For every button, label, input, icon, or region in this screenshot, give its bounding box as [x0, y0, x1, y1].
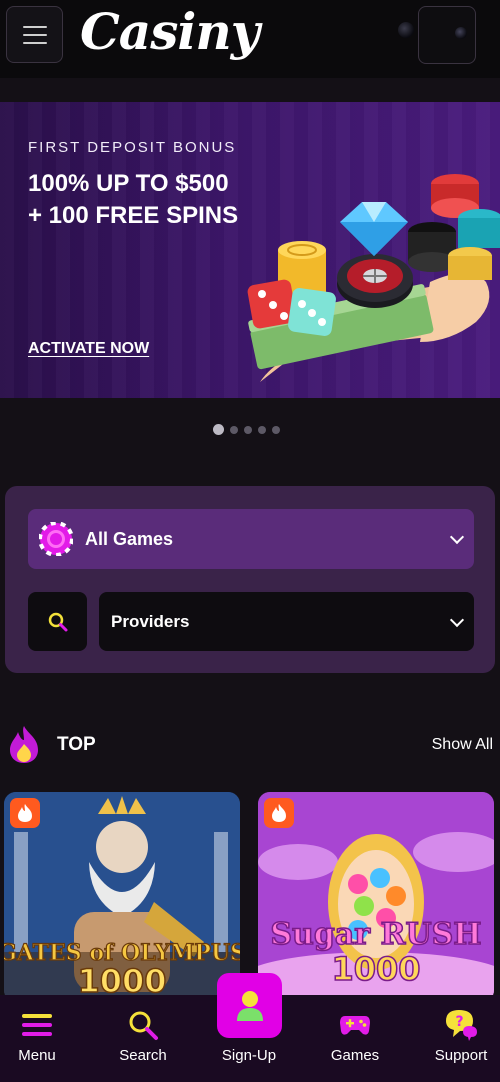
fire-badge: [10, 798, 40, 828]
nav-label: Search: [119, 1047, 167, 1064]
user-icon: [236, 990, 263, 1021]
top-header: Casiny: [0, 0, 500, 78]
nav-label: Menu: [18, 1047, 56, 1064]
search-icon: [48, 612, 67, 631]
svg-text:Sugar RUSH: Sugar RUSH: [270, 917, 481, 952]
game-card-gates-of-olympus[interactable]: GATES of OLYMPUS 1000: [4, 792, 240, 1002]
carousel-dots: [213, 424, 280, 435]
gamepad-icon: [337, 1007, 373, 1043]
signup-button[interactable]: [217, 973, 282, 1038]
carousel-dot[interactable]: [213, 424, 224, 435]
game-filters-panel: All Games Providers: [5, 486, 495, 673]
nav-label: Support: [434, 1047, 488, 1064]
casino-chips-illustration: [247, 174, 500, 382]
banner-kicker: FIRST DEPOSIT BONUS: [28, 139, 237, 156]
promo-banner[interactable]: FIRST DEPOSIT BONUS 100% UP TO $500 + 10…: [0, 102, 500, 398]
camera-dot: [398, 22, 414, 38]
providers-dropdown[interactable]: Providers: [99, 592, 474, 651]
chat-help-icon: ?: [443, 1007, 479, 1043]
nav-item-support[interactable]: ? Support: [411, 995, 500, 1082]
chevron-down-icon: [449, 529, 465, 545]
carousel-dot[interactable]: [272, 425, 280, 434]
chevron-down-icon: [449, 612, 465, 627]
game-card-sugar-rush[interactable]: Sugar RUSH 1000: [258, 792, 494, 1002]
show-all-link[interactable]: Show All: [432, 736, 493, 754]
casino-chip-icon: [39, 522, 73, 556]
hamburger-line: [22, 33, 47, 36]
hamburger-menu-button[interactable]: [6, 6, 63, 63]
fire-icon: [272, 804, 286, 822]
search-icon: [125, 1007, 161, 1043]
casiny-logo[interactable]: Casiny: [80, 2, 260, 61]
nav-item-games[interactable]: Games: [305, 995, 405, 1082]
carousel-dot[interactable]: [258, 425, 266, 434]
hamburger-line: [22, 25, 47, 28]
nav-label: Sign-Up: [221, 1047, 277, 1064]
menu-icon: [19, 1007, 55, 1043]
fire-badge: [264, 798, 294, 828]
search-games-button[interactable]: [28, 592, 87, 651]
fire-icon: [10, 726, 38, 763]
category-dropdown-label: All Games: [85, 528, 174, 549]
nav-item-menu[interactable]: Menu: [0, 995, 87, 1082]
nav-label: Games: [330, 1047, 380, 1064]
svg-text:?: ?: [455, 1014, 463, 1030]
page: Casiny FIRST DEPOSIT BONUS 100% UP TO $5…: [0, 0, 500, 1082]
header-right-button[interactable]: [418, 6, 476, 64]
section-title-top: TOP: [57, 734, 96, 755]
carousel-dot[interactable]: [244, 425, 252, 434]
activate-now-link[interactable]: ACTIVATE NOW: [28, 340, 149, 358]
svg-text:1000: 1000: [331, 950, 420, 988]
fire-icon: [18, 804, 32, 822]
nav-item-search[interactable]: Search: [93, 995, 193, 1082]
category-dropdown[interactable]: All Games: [28, 509, 474, 569]
camera-dot: [455, 27, 467, 39]
carousel-dot[interactable]: [230, 425, 238, 434]
hamburger-line: [22, 41, 47, 44]
providers-dropdown-label: Providers: [111, 611, 190, 631]
